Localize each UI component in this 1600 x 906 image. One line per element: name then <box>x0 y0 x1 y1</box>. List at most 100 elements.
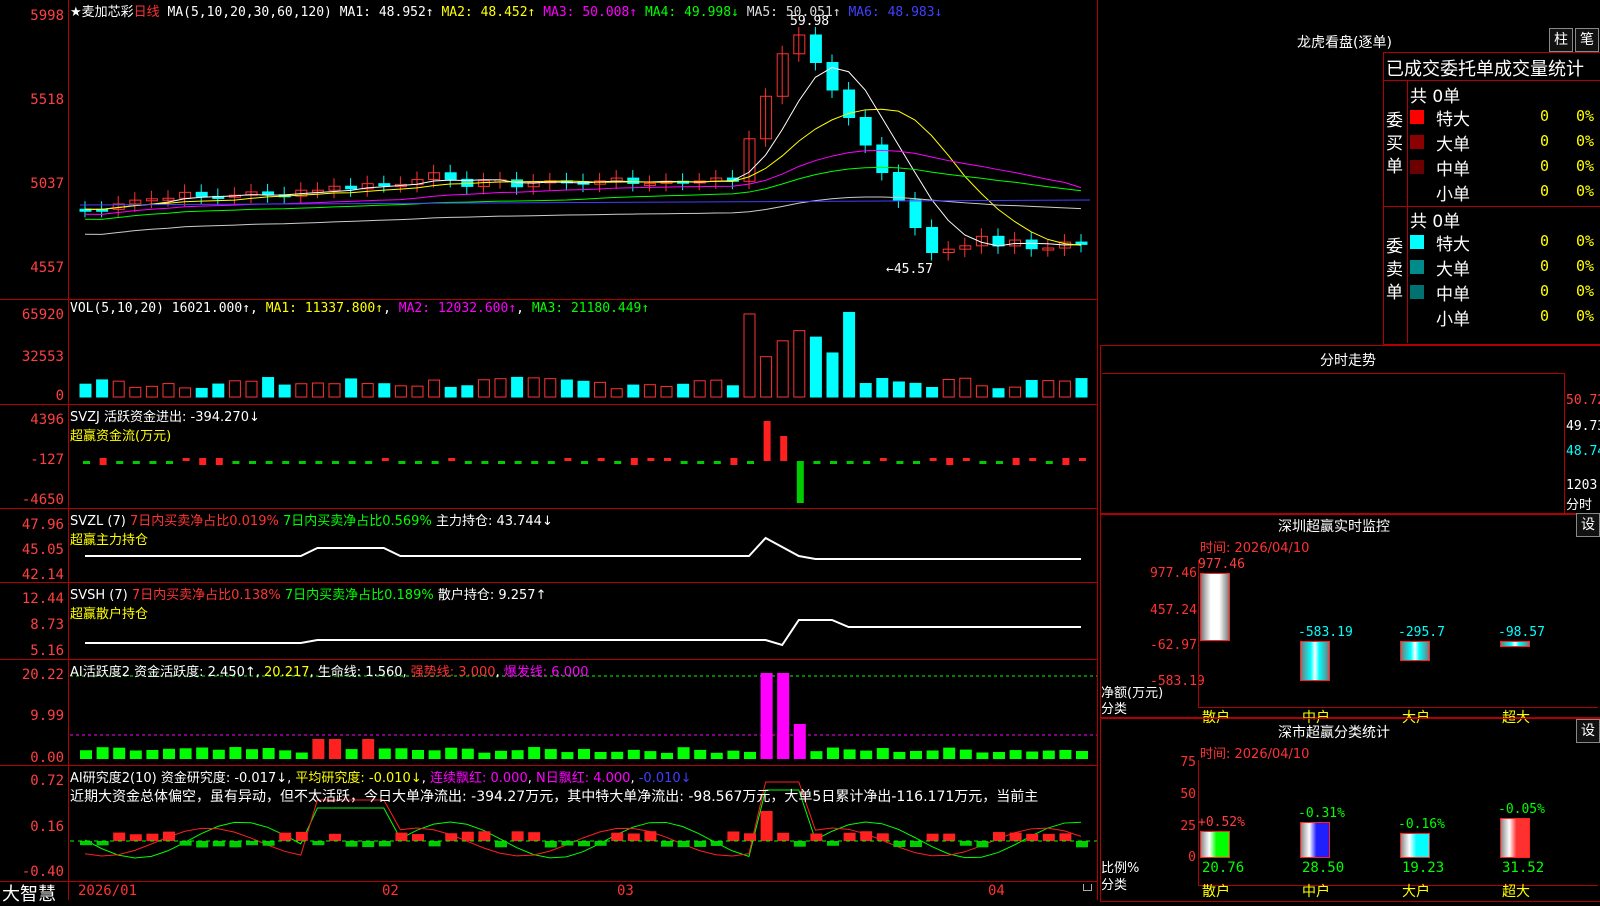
ai2-axis-label: -0.40 <box>21 864 64 880</box>
fund-flow-bar <box>232 461 240 464</box>
fenshi-panel[interactable] <box>1100 345 1600 515</box>
ai1-axis-label: 9.99 <box>30 708 64 724</box>
lock-icon[interactable] <box>1083 884 1092 891</box>
volume-bar <box>179 387 192 398</box>
sz-monitor-title: 深圳超赢实时监控 <box>1278 519 1390 535</box>
fund-flow-bar <box>830 461 837 464</box>
volume-bar <box>876 378 889 398</box>
activity-bar <box>478 752 491 759</box>
candle-body <box>1075 241 1088 245</box>
date-tick: 04 <box>988 883 1005 899</box>
buy-row-pct: 0% <box>1576 132 1595 150</box>
research-bar <box>876 833 889 841</box>
volume-bar <box>328 383 341 398</box>
fund-flow-bar <box>946 458 954 465</box>
volume-bar <box>793 330 806 398</box>
monitor-bar-value: 977.46 <box>1198 557 1245 572</box>
vol-axis-label: 65920 <box>21 307 64 323</box>
ai2-axis-label: 0.16 <box>30 819 64 835</box>
research-bar <box>578 841 590 847</box>
fund-flow-bar <box>398 461 406 464</box>
activity-bar <box>329 739 341 759</box>
sell-row-pct: 0% <box>1576 232 1595 250</box>
fund-flow-bar <box>282 461 290 464</box>
sell-row-count: 0 <box>1540 257 1550 275</box>
pane-divider <box>0 299 1098 300</box>
svsh-axis-label: 12.44 <box>21 591 64 607</box>
research-bar <box>395 832 408 841</box>
settings-button[interactable]: 设 <box>1576 513 1600 537</box>
buy-row-count: 0 <box>1540 157 1550 175</box>
monitor-bar <box>1200 573 1230 641</box>
svzl-legend: SVZL (7) 7日内买卖净占比0.019% 7日内买卖净占比0.569% 主… <box>70 510 553 548</box>
ai2-n: N日飘红: 4.000 <box>535 771 631 786</box>
volume-bar <box>195 387 208 398</box>
fund-flow-bar <box>813 461 821 464</box>
vol-ma2: MA2: 12032.600↑ <box>398 301 517 316</box>
volume-bar <box>228 380 241 398</box>
svzl-label: SVZL (7) <box>70 514 126 529</box>
activity-bar <box>295 752 308 759</box>
divider <box>1383 80 1600 81</box>
candle-body <box>1025 239 1038 250</box>
activity-bar <box>345 749 358 759</box>
candle-body <box>909 199 922 228</box>
svzj-axis-label: -4650 <box>21 492 64 508</box>
candle-body <box>378 183 391 187</box>
svzl-axis-label: 47.96 <box>21 517 64 533</box>
svzj-legend: SVZJ 活跃资金进出: -394.270↓ 超赢资金流(万元) <box>70 406 260 444</box>
svzl-t3: 主力持仓: 43.744↓ <box>435 514 553 529</box>
volume-bar <box>295 383 308 398</box>
research-bar <box>329 833 341 841</box>
ai2-lian: 连续飘红: 0.000 <box>429 771 528 786</box>
activity-bar <box>694 749 707 759</box>
svsh-t1: 7日内买卖净占比0.138% <box>131 588 281 603</box>
stock-name[interactable]: ★麦加芯彩 <box>70 5 134 20</box>
fund-flow-bar <box>913 461 920 464</box>
fund-flow-bar <box>630 458 638 465</box>
candle-body <box>195 191 208 197</box>
activity-bar <box>279 750 292 759</box>
volume-bar <box>959 377 972 398</box>
volume-bar <box>892 381 905 398</box>
vol-axis-label: 0 <box>55 388 64 404</box>
class-category: 散户 <box>1202 884 1230 900</box>
fund-flow-bar <box>249 461 256 464</box>
volume-bar <box>411 385 424 398</box>
activity-bar <box>976 752 989 759</box>
activity-bar <box>395 748 408 759</box>
fund-flow-bar <box>464 461 472 464</box>
volume-bar <box>527 377 540 398</box>
activity-bar <box>843 749 856 759</box>
activity-bar <box>362 739 375 759</box>
buy-row-pct: 0% <box>1576 107 1595 125</box>
activity-bar <box>412 749 424 759</box>
tab-tick[interactable]: 笔 <box>1575 28 1599 52</box>
fund-flow-bar <box>863 461 871 464</box>
volume-bar <box>1025 380 1038 398</box>
class-category: 超大 <box>1502 884 1530 900</box>
brand-logo[interactable]: 大智慧 <box>2 880 56 906</box>
period-label[interactable]: 日线 <box>134 5 160 20</box>
fenshi-price-mid: 49.73 <box>1566 419 1600 434</box>
settings-button[interactable]: 设 <box>1576 719 1600 743</box>
research-bar <box>495 841 507 848</box>
fund-flow-bar <box>664 458 671 461</box>
pane-divider <box>0 582 1098 583</box>
buy-row-pct: 0% <box>1576 157 1595 175</box>
class-baseline <box>1198 885 1598 886</box>
tab-bar[interactable]: 柱 <box>1549 28 1573 52</box>
volume-bar <box>378 383 391 398</box>
volume-bar <box>677 383 690 398</box>
candle-body <box>511 179 524 188</box>
volume-bar <box>129 386 142 398</box>
activity-bar <box>1009 750 1022 759</box>
activity-bar <box>113 747 126 759</box>
volume-bar <box>444 386 457 398</box>
ai2-last: -0.010↓ <box>638 771 692 786</box>
research-bar <box>959 841 972 846</box>
research-bar <box>893 841 906 848</box>
price-axis-label: 5037 <box>30 176 64 192</box>
fund-flow-bar <box>1012 458 1020 465</box>
ai2-legend: AI研究度2(10) 资金研究度: -0.017↓, 平均研究度: -0.010… <box>70 771 692 786</box>
